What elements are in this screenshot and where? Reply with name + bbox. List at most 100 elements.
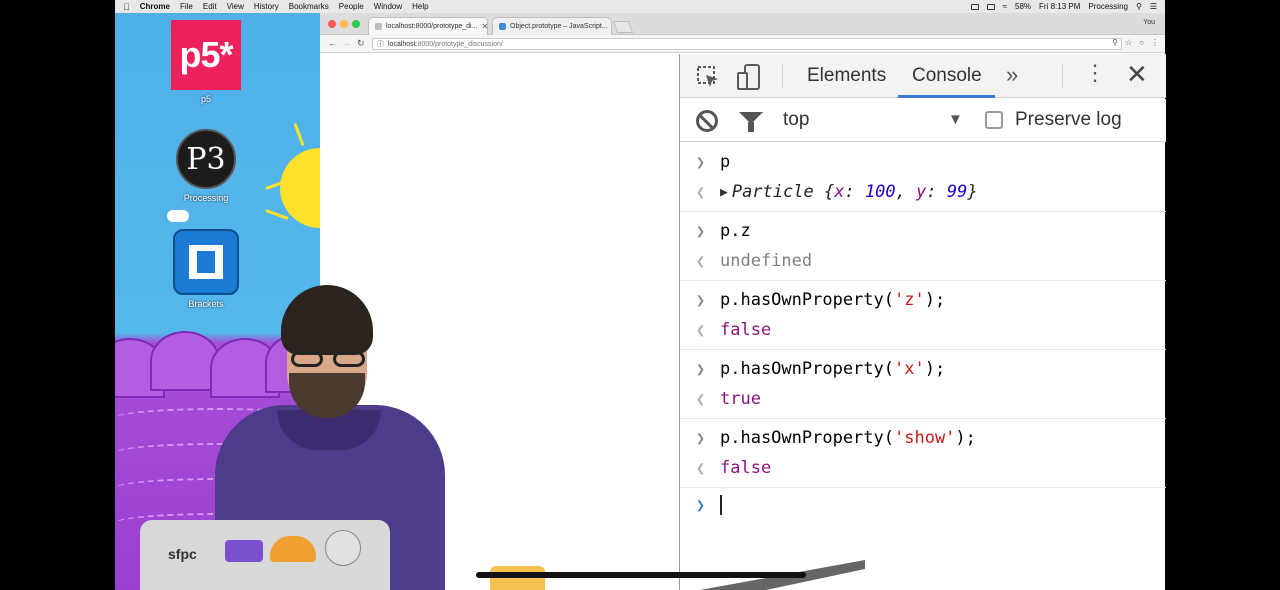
devtools-menu-icon[interactable]: ⋮ <box>1084 62 1106 84</box>
status-icon[interactable] <box>970 3 979 10</box>
preserve-log-label[interactable]: Preserve log <box>1015 109 1122 131</box>
p5-logo-icon: p5* <box>171 20 241 90</box>
mac-menubar:  Chrome File Edit View History Bookmark… <box>115 0 1165 13</box>
menu-view[interactable]: View <box>227 2 244 11</box>
devtools-tabbar: Elements Console » ⋮ ✕ <box>680 54 1166 98</box>
sun-ray <box>293 122 305 147</box>
console-result: false <box>720 320 772 340</box>
chrome-window: localhost:8000/prototype_di... ✕ Object.… <box>320 13 1166 590</box>
processing-logo-icon: P3 <box>176 129 236 189</box>
result-chevron-icon: ❮ <box>696 321 706 339</box>
object-key: y <box>916 182 927 202</box>
browser-tab-mdn[interactable]: Object.prototype – JavaScript... ✕ <box>492 17 612 35</box>
tab-close-icon[interactable]: ✕ <box>481 22 487 31</box>
menu-window[interactable]: Window <box>374 2 402 11</box>
console-command: p.hasOwnProperty('show'); <box>720 428 976 448</box>
console-output[interactable]: ❯ p ❮ ▶ Particle {x: 100, y: 99} ❯ p.z ❮ … <box>680 143 1166 590</box>
object-preview[interactable]: Particle {x: 100, y: 99} <box>732 182 978 202</box>
new-tab-button[interactable] <box>612 21 634 33</box>
console-command: p.z <box>720 221 751 241</box>
active-app[interactable]: Processing <box>1088 2 1128 11</box>
console-input-line: ❯ p.hasOwnProperty('x'); <box>680 354 1166 384</box>
info-icon[interactable]: ⓘ <box>377 39 384 49</box>
menu-edit[interactable]: Edit <box>203 2 217 11</box>
profile-button[interactable]: You <box>1143 19 1155 26</box>
address-bar[interactable]: ⓘ localhost:8000/prototype_discussion/ <box>372 38 1122 50</box>
result-chevron-icon: ❮ <box>696 252 706 270</box>
laptop-lid: sfpc <box>140 520 390 590</box>
back-arrow-icon[interactable]: ← <box>328 38 337 48</box>
tab-console[interactable]: Console <box>912 65 982 87</box>
status-icon[interactable] <box>986 3 995 10</box>
toolbar-divider <box>782 64 783 88</box>
object-class-name: Particle <box>731 182 814 202</box>
extension-icon[interactable]: ○ <box>1139 38 1144 47</box>
processing-logo-text: P3 <box>186 141 226 177</box>
console-result-line: ❮ false <box>680 315 1166 345</box>
tab-elements[interactable]: Elements <box>807 65 886 87</box>
forward-arrow-icon[interactable]: → <box>342 38 351 48</box>
close-devtools-icon[interactable]: ✕ <box>1126 61 1148 87</box>
tab-title: localhost:8000/prototype_di... <box>386 23 478 30</box>
result-chevron-icon: ❮ <box>696 183 706 201</box>
object-value: 99 <box>946 182 968 202</box>
hair <box>281 285 373 355</box>
menu-history[interactable]: History <box>254 2 279 11</box>
wifi-icon[interactable]: ≈ <box>1003 2 1007 11</box>
letterbox-right <box>1165 0 1280 590</box>
url-path: :8000/prototype_discussion/ <box>415 40 503 48</box>
reload-icon[interactable]: ↻ <box>357 38 365 49</box>
bookmark-star-icon[interactable]: ☆ <box>1125 38 1132 47</box>
chrome-menu-icon[interactable]: ⋮ <box>1151 38 1159 47</box>
text-cursor <box>720 495 722 515</box>
console-result: undefined <box>720 251 813 271</box>
notification-center-icon[interactable]: ☰ <box>1150 2 1157 11</box>
dropdown-arrow-icon[interactable]: ▼ <box>948 111 963 128</box>
device-toolbar-icon[interactable] <box>736 63 764 91</box>
prompt-chevron-icon: ❯ <box>696 496 706 514</box>
zoom-icon[interactable]: ⚲ <box>1112 38 1118 47</box>
console-entry: ❯ p.hasOwnProperty('x'); ❮ true <box>680 350 1166 419</box>
desktop-icon-processing[interactable]: P3 Processing <box>156 129 256 203</box>
browser-tab-localhost[interactable]: localhost:8000/prototype_di... ✕ <box>368 17 488 35</box>
console-result: false <box>720 458 772 478</box>
object-key: x <box>834 182 845 202</box>
toolbar-icons: ⚲ ☆ ○ ⋮ <box>1112 38 1159 47</box>
clear-console-icon[interactable] <box>696 110 718 132</box>
desktop-icon-label: p5 <box>200 94 211 104</box>
input-chevron-icon: ❯ <box>696 360 706 378</box>
apple-menu-icon[interactable]:  <box>123 2 130 12</box>
close-window-button[interactable] <box>328 20 336 28</box>
active-tab-indicator <box>898 95 995 98</box>
console-input-line: ❯ p.z <box>680 216 1166 246</box>
console-entry: ❯ p.hasOwnProperty('show'); ❮ false <box>680 419 1166 488</box>
filter-icon[interactable] <box>739 112 763 132</box>
url-host: localhost <box>388 40 416 48</box>
input-chevron-icon: ❯ <box>696 429 706 447</box>
menu-people[interactable]: People <box>339 2 364 11</box>
desktop-icon-p5[interactable]: p5* p5 <box>156 20 256 104</box>
battery-percent[interactable]: 58% <box>1015 2 1031 11</box>
console-input-line: ❯ p.hasOwnProperty('show'); <box>680 423 1166 453</box>
devtools-panel: Elements Console » ⋮ ✕ top ▼ Preserve lo… <box>679 54 1166 590</box>
console-prompt[interactable]: ❯ <box>680 490 1166 520</box>
expand-triangle-icon[interactable]: ▶ <box>720 185 728 200</box>
preserve-log-checkbox[interactable] <box>985 111 1003 129</box>
console-entry: ❯ p.hasOwnProperty('z'); ❮ false <box>680 281 1166 350</box>
menu-bookmarks[interactable]: Bookmarks <box>289 2 329 11</box>
console-toolbar: top ▼ Preserve log <box>680 99 1166 142</box>
laptop-sticker <box>225 540 263 562</box>
menu-file[interactable]: File <box>180 2 193 11</box>
menu-help[interactable]: Help <box>412 2 428 11</box>
more-tabs-chevron-icon[interactable]: » <box>1006 62 1018 88</box>
minimize-window-button[interactable] <box>340 20 348 28</box>
inspect-element-icon[interactable] <box>694 63 722 91</box>
console-result: true <box>720 389 761 409</box>
zoom-window-button[interactable] <box>352 20 360 28</box>
context-selector[interactable]: top <box>783 109 809 131</box>
desktop-icon-label: Processing <box>183 193 229 203</box>
clock[interactable]: Fri 8:13 PM <box>1039 2 1080 11</box>
menubar-app-name[interactable]: Chrome <box>140 2 170 11</box>
spotlight-icon[interactable]: ⚲ <box>1136 2 1142 11</box>
result-chevron-icon: ❮ <box>696 459 706 477</box>
